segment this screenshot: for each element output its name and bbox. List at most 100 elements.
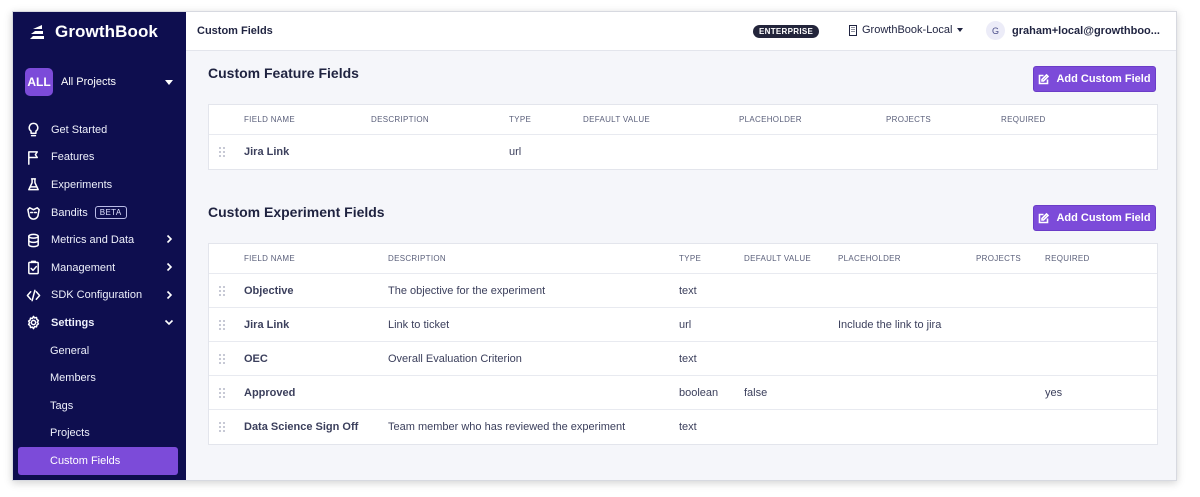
org-name: GrowthBook-Local — [862, 24, 953, 36]
avatar: G — [986, 21, 1005, 40]
field-type: text — [679, 421, 697, 433]
table-row[interactable]: Objective The objective for the experime… — [209, 274, 1157, 308]
clipboard-icon — [25, 260, 41, 276]
column-header: DESCRIPTION — [388, 254, 446, 263]
app-window: GrowthBook ALL All Projects Get Started … — [12, 11, 1177, 481]
sidebar-subitem-members[interactable]: Members — [13, 364, 186, 392]
column-header: PROJECTS — [886, 115, 932, 124]
field-name: OEC — [244, 352, 268, 365]
column-header: DEFAULT VALUE — [583, 115, 651, 124]
table-row[interactable]: Data Science Sign Off Team member who ha… — [209, 410, 1157, 444]
drag-handle-icon[interactable] — [219, 320, 225, 330]
sidebar-subitem-projects[interactable]: Projects — [13, 420, 186, 448]
add-button-label: Add Custom Field — [1056, 73, 1151, 85]
sidebar-item-label: Metrics and Data — [51, 234, 135, 247]
flag-icon — [25, 149, 41, 165]
drag-handle-icon[interactable] — [219, 286, 225, 296]
growthbook-logo-icon — [30, 25, 44, 39]
brand-name: GrowthBook — [55, 22, 158, 41]
sidebar-item-settings[interactable]: Settings — [13, 309, 186, 337]
experiment-fields-table: FIELD NAME DESCRIPTION TYPE DEFAULT VALU… — [208, 243, 1158, 445]
table-row[interactable]: Jira Link Link to ticket url Include the… — [209, 308, 1157, 342]
feature-fields-title: Custom Feature Fields — [208, 65, 359, 81]
main-content: Custom Feature Fields Add Custom Field F… — [186, 51, 1176, 480]
column-header: PLACEHOLDER — [838, 254, 901, 263]
sidebar-item-bandits[interactable]: Bandits BETA — [13, 199, 186, 227]
field-type: text — [679, 284, 697, 297]
field-required: yes — [1045, 386, 1063, 399]
gear-icon — [25, 315, 41, 331]
field-description: Link to ticket — [388, 318, 450, 331]
experiment-fields-title: Custom Experiment Fields — [208, 204, 385, 220]
chevron-right-icon — [164, 290, 174, 300]
sidebar-subitem-custom-fields[interactable]: Custom Fields — [18, 447, 178, 475]
column-header: TYPE — [679, 254, 702, 263]
sidebar: GrowthBook ALL All Projects Get Started … — [13, 12, 186, 480]
sidebar-item-label: Management — [51, 261, 116, 274]
caret-down-icon — [165, 79, 173, 85]
user-email: graham+local@growthboo... — [1012, 24, 1160, 37]
field-type: text — [679, 352, 697, 365]
drag-handle-icon[interactable] — [219, 354, 225, 364]
column-header: TYPE — [509, 115, 532, 124]
drag-handle-icon[interactable] — [219, 422, 225, 432]
field-name: Jira Link — [244, 146, 290, 158]
lightbulb-icon — [25, 122, 41, 138]
project-selector-label: All Projects — [61, 76, 117, 88]
brand[interactable]: GrowthBook — [27, 20, 158, 44]
sidebar-item-label: SDK Configuration — [51, 289, 143, 302]
drag-handle-icon[interactable] — [219, 388, 225, 398]
sidebar-item-management[interactable]: Management — [13, 254, 186, 282]
sidebar-item-label: Experiments — [51, 178, 113, 191]
table-row[interactable]: Approved boolean false yes — [209, 376, 1157, 410]
top-bar: Custom Fields ENTERPRISE GrowthBook-Loca… — [186, 12, 1176, 51]
drag-handle-icon[interactable] — [219, 147, 225, 157]
add-feature-field-button[interactable]: Add Custom Field — [1033, 66, 1156, 92]
column-header: PLACEHOLDER — [739, 115, 802, 124]
sidebar-item-label: Settings — [51, 316, 95, 329]
table-header: FIELD NAME DESCRIPTION TYPE DEFAULT VALU… — [209, 105, 1157, 135]
sidebar-subitem-tags[interactable]: Tags — [13, 392, 186, 420]
sidebar-item-features[interactable]: Features — [13, 144, 186, 172]
bandit-icon — [25, 205, 41, 221]
table-row[interactable]: OEC Overall Evaluation Criterion text — [209, 342, 1157, 376]
field-default: false — [744, 386, 768, 399]
building-icon — [849, 24, 857, 36]
sidebar-item-sdk-configuration[interactable]: SDK Configuration — [13, 282, 186, 310]
column-header: DESCRIPTION — [371, 115, 429, 124]
feature-fields-table: FIELD NAME DESCRIPTION TYPE DEFAULT VALU… — [208, 104, 1158, 170]
field-placeholder: Include the link to jira — [838, 318, 942, 331]
add-experiment-field-button[interactable]: Add Custom Field — [1033, 205, 1156, 231]
edit-icon — [1039, 212, 1050, 223]
sidebar-item-experiments[interactable]: Experiments — [13, 171, 186, 199]
sidebar-item-get-started[interactable]: Get Started — [13, 116, 186, 144]
column-header: REQUIRED — [1001, 115, 1046, 124]
code-icon — [25, 287, 41, 303]
edit-icon — [1039, 73, 1050, 84]
user-menu[interactable]: G graham+local@growthboo... — [986, 21, 1160, 40]
database-icon — [25, 232, 41, 248]
sidebar-nav: Get Started Features Experiments Bandits… — [13, 116, 186, 475]
sidebar-item-metrics-and-data[interactable]: Metrics and Data — [13, 226, 186, 254]
column-header: DEFAULT VALUE — [744, 254, 812, 263]
column-header: REQUIRED — [1045, 254, 1090, 263]
caret-down-icon — [956, 28, 963, 32]
project-selector[interactable]: ALL All Projects — [25, 67, 175, 97]
sidebar-item-label: Features — [51, 151, 95, 164]
sidebar-subitem-general[interactable]: General — [13, 337, 186, 365]
field-name: Jira Link — [244, 318, 290, 331]
beta-badge: BETA — [94, 206, 127, 220]
project-badge: ALL — [25, 68, 53, 96]
chevron-down-icon — [164, 317, 174, 327]
field-description: The objective for the experiment — [388, 284, 546, 297]
table-header: FIELD NAME DESCRIPTION TYPE DEFAULT VALU… — [209, 244, 1157, 274]
table-row[interactable]: Jira Link url — [209, 135, 1157, 169]
add-button-label: Add Custom Field — [1056, 212, 1151, 224]
field-description: Overall Evaluation Criterion — [388, 352, 522, 365]
field-name: Objective — [244, 284, 294, 297]
field-type: url — [509, 146, 522, 158]
org-selector[interactable]: GrowthBook-Local — [848, 24, 963, 36]
plan-badge: ENTERPRISE — [753, 25, 820, 38]
field-name: Data Science Sign Off — [244, 421, 359, 433]
field-description: Team member who has reviewed the experim… — [388, 421, 626, 433]
